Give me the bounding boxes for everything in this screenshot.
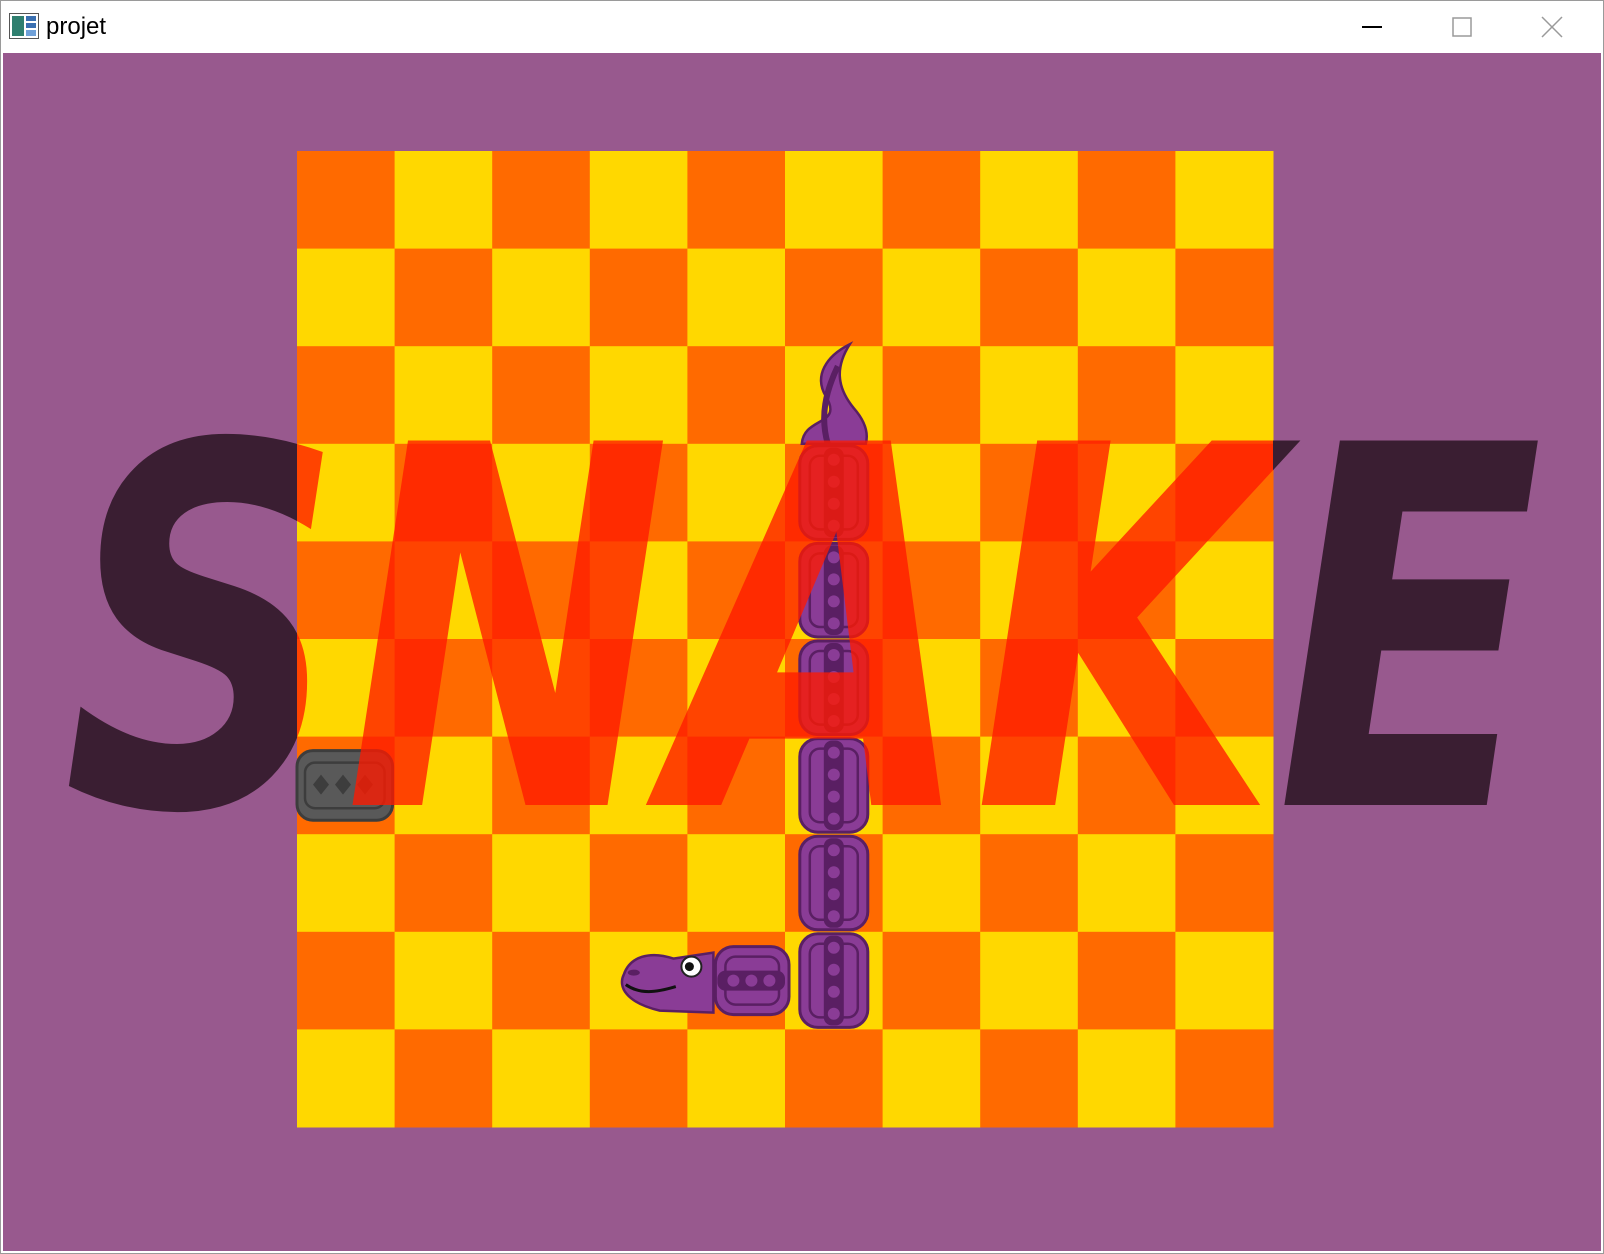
title-bar[interactable]: projet <box>1 1 1603 53</box>
board-tile <box>882 931 981 1030</box>
board-tile <box>882 1029 981 1128</box>
minimize-icon <box>1362 26 1382 28</box>
snake-nostril <box>627 969 640 976</box>
window-title: projet <box>46 13 107 40</box>
maximize-button[interactable] <box>1417 1 1507 53</box>
board-tile <box>589 248 688 347</box>
board-tile <box>687 1029 786 1128</box>
board-tile <box>1077 1029 1176 1128</box>
board-tile <box>882 248 981 347</box>
close-button[interactable] <box>1507 1 1597 53</box>
board-tile <box>492 1029 591 1128</box>
board-tile <box>297 931 396 1030</box>
board-tile <box>394 1029 493 1128</box>
close-icon <box>1541 16 1563 38</box>
board-tile <box>297 248 396 347</box>
board-tile <box>1175 248 1274 347</box>
board-tile <box>394 931 493 1030</box>
board-tile <box>687 248 786 347</box>
window-app-icon <box>9 13 39 39</box>
board-tile <box>1175 931 1274 1030</box>
game-viewport[interactable]: SNAKE SNAKE <box>3 53 1601 1251</box>
board-tile <box>785 248 884 347</box>
board-tile <box>980 248 1079 347</box>
board-tile <box>882 151 981 250</box>
board-tile <box>980 931 1079 1030</box>
maximize-icon <box>1452 17 1472 37</box>
snake-body-segment <box>798 932 870 1029</box>
board-tile <box>297 1029 396 1128</box>
app-window: projet SNAKE SNAKE <box>0 0 1604 1254</box>
board-tile <box>687 151 786 250</box>
board-tile <box>980 151 1079 250</box>
board-tile <box>1077 151 1176 250</box>
board-tile <box>394 248 493 347</box>
board-tile <box>394 151 493 250</box>
game-canvas[interactable]: SNAKE SNAKE <box>3 53 1601 1251</box>
board-tile <box>1175 1029 1274 1128</box>
board-tile <box>492 151 591 250</box>
minimize-button[interactable] <box>1327 1 1417 53</box>
board-tile <box>297 151 396 250</box>
board-tile <box>1077 931 1176 1030</box>
board-tile <box>1077 248 1176 347</box>
board-tile <box>785 151 884 250</box>
board-tile <box>492 931 591 1030</box>
board-tile <box>589 1029 688 1128</box>
board-tile <box>492 248 591 347</box>
board-tile <box>785 1029 884 1128</box>
board-tile <box>589 151 688 250</box>
board-tile <box>1175 151 1274 250</box>
snake-corner-segment <box>713 945 791 1017</box>
board-tile <box>980 1029 1079 1128</box>
